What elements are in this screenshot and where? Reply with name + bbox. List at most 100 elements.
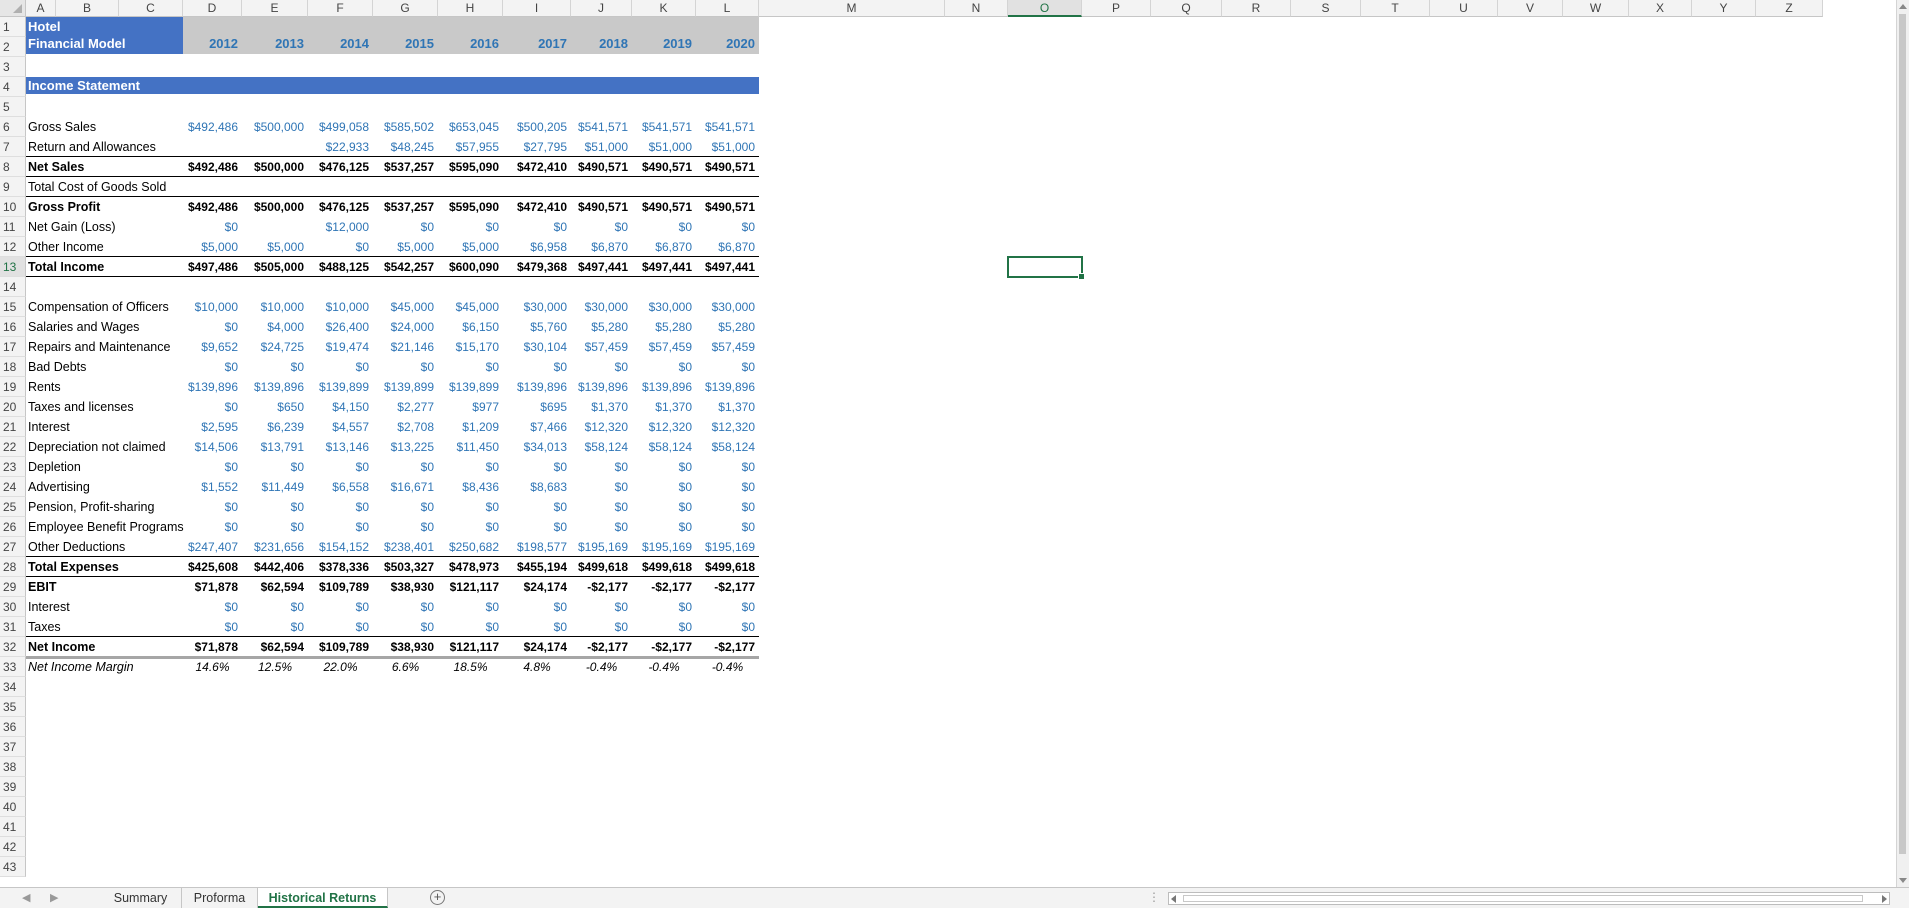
column-header-e[interactable]: E: [242, 0, 308, 17]
value-cell[interactable]: $0: [242, 517, 308, 537]
value-cell[interactable]: $541,571: [571, 117, 632, 137]
value-cell[interactable]: $0: [373, 517, 438, 537]
value-cell[interactable]: $0: [632, 517, 696, 537]
value-cell[interactable]: $139,899: [308, 377, 373, 397]
value-cell[interactable]: $5,280: [571, 317, 632, 337]
value-cell[interactable]: $0: [373, 617, 438, 637]
value-cell[interactable]: $0: [571, 217, 632, 237]
value-cell[interactable]: $0: [183, 317, 242, 337]
add-sheet-icon[interactable]: +: [430, 890, 445, 905]
horizontal-scrollbar[interactable]: [1168, 892, 1890, 905]
value-cell[interactable]: $503,327: [373, 557, 438, 577]
row-label[interactable]: Bad Debts: [26, 357, 183, 377]
value-cell[interactable]: $5,000: [373, 237, 438, 257]
value-cell[interactable]: $0: [183, 497, 242, 517]
value-cell[interactable]: $57,459: [696, 337, 759, 357]
value-cell[interactable]: $4,557: [308, 417, 373, 437]
row-label[interactable]: Total Income: [26, 257, 183, 277]
value-cell[interactable]: $497,441: [696, 257, 759, 277]
value-cell[interactable]: $0: [373, 217, 438, 237]
row-header-42[interactable]: 42: [0, 837, 26, 857]
value-cell[interactable]: $0: [438, 517, 503, 537]
row-label[interactable]: Taxes: [26, 617, 183, 637]
value-cell[interactable]: $121,117: [438, 637, 503, 657]
value-cell[interactable]: $0: [503, 357, 571, 377]
value-cell[interactable]: $24,174: [503, 637, 571, 657]
value-cell[interactable]: [632, 177, 696, 197]
value-cell[interactable]: $10,000: [308, 297, 373, 317]
value-cell[interactable]: $48,245: [373, 137, 438, 157]
value-cell[interactable]: $12,000: [308, 217, 373, 237]
row-header-19[interactable]: 19: [0, 377, 26, 397]
value-cell[interactable]: $195,169: [696, 537, 759, 557]
column-header-a[interactable]: A: [26, 0, 56, 17]
row-label[interactable]: Total Expenses: [26, 557, 183, 577]
value-cell[interactable]: $500,205: [503, 117, 571, 137]
vertical-scroll-thumb[interactable]: [1899, 14, 1906, 854]
value-cell[interactable]: $24,000: [373, 317, 438, 337]
value-cell[interactable]: $0: [696, 497, 759, 517]
value-cell[interactable]: $0: [696, 217, 759, 237]
value-cell[interactable]: $499,058: [308, 117, 373, 137]
row-header-4[interactable]: 4: [0, 77, 26, 97]
value-cell[interactable]: $1,370: [696, 397, 759, 417]
year-header-2020[interactable]: 2020: [696, 35, 759, 52]
value-cell[interactable]: $231,656: [242, 537, 308, 557]
row-label[interactable]: Employee Benefit Programs: [26, 517, 184, 537]
value-cell[interactable]: $11,449: [242, 477, 308, 497]
value-cell[interactable]: $500,000: [242, 157, 308, 177]
value-cell[interactable]: $0: [503, 597, 571, 617]
value-cell[interactable]: $497,441: [632, 257, 696, 277]
value-cell[interactable]: $30,000: [571, 297, 632, 317]
row-header-14[interactable]: 14: [0, 277, 26, 297]
value-cell[interactable]: $0: [438, 597, 503, 617]
value-cell[interactable]: $0: [696, 597, 759, 617]
value-cell[interactable]: $537,257: [373, 197, 438, 217]
row-header-41[interactable]: 41: [0, 817, 26, 837]
row-header-40[interactable]: 40: [0, 797, 26, 817]
value-cell[interactable]: $12,320: [571, 417, 632, 437]
column-header-v[interactable]: V: [1498, 0, 1563, 17]
value-cell[interactable]: [183, 137, 242, 157]
value-cell[interactable]: $0: [438, 457, 503, 477]
column-header-w[interactable]: W: [1563, 0, 1629, 17]
value-cell[interactable]: $139,896: [503, 377, 571, 397]
column-header-q[interactable]: Q: [1151, 0, 1222, 17]
year-header-2016[interactable]: 2016: [438, 35, 503, 52]
row-label[interactable]: Interest: [26, 417, 183, 437]
value-cell[interactable]: $537,257: [373, 157, 438, 177]
year-header-2014[interactable]: 2014: [308, 35, 373, 52]
row-label[interactable]: Depreciation not claimed: [26, 437, 183, 457]
value-cell[interactable]: $139,896: [183, 377, 242, 397]
value-cell[interactable]: $0: [632, 497, 696, 517]
value-cell[interactable]: [308, 177, 373, 197]
value-cell[interactable]: $0: [308, 457, 373, 477]
value-cell[interactable]: $0: [438, 357, 503, 377]
value-cell[interactable]: $2,708: [373, 417, 438, 437]
row-header-6[interactable]: 6: [0, 117, 26, 137]
year-header-2013[interactable]: 2013: [242, 35, 308, 52]
tab-scroll-left-icon[interactable]: ◀: [22, 891, 30, 904]
value-cell[interactable]: $595,090: [438, 197, 503, 217]
value-cell[interactable]: -0.4%: [632, 657, 696, 677]
value-cell[interactable]: $24,725: [242, 337, 308, 357]
row-label[interactable]: Depletion: [26, 457, 183, 477]
year-header-2012[interactable]: 2012: [183, 35, 242, 52]
value-cell[interactable]: $0: [183, 617, 242, 637]
value-cell[interactable]: [438, 177, 503, 197]
value-cell[interactable]: $71,878: [183, 637, 242, 657]
column-header-d[interactable]: D: [183, 0, 242, 17]
value-cell[interactable]: $0: [183, 357, 242, 377]
value-cell[interactable]: $9,652: [183, 337, 242, 357]
row-header-10[interactable]: 10: [0, 197, 26, 217]
value-cell[interactable]: 6.6%: [373, 657, 438, 677]
row-label[interactable]: Other Income: [26, 237, 183, 257]
value-cell[interactable]: $195,169: [632, 537, 696, 557]
value-cell[interactable]: $8,436: [438, 477, 503, 497]
value-cell[interactable]: $0: [696, 617, 759, 637]
value-cell[interactable]: $490,571: [632, 157, 696, 177]
value-cell[interactable]: $0: [503, 617, 571, 637]
year-header-2017[interactable]: 2017: [503, 35, 571, 52]
row-header-12[interactable]: 12: [0, 237, 26, 257]
value-cell[interactable]: $0: [183, 397, 242, 417]
